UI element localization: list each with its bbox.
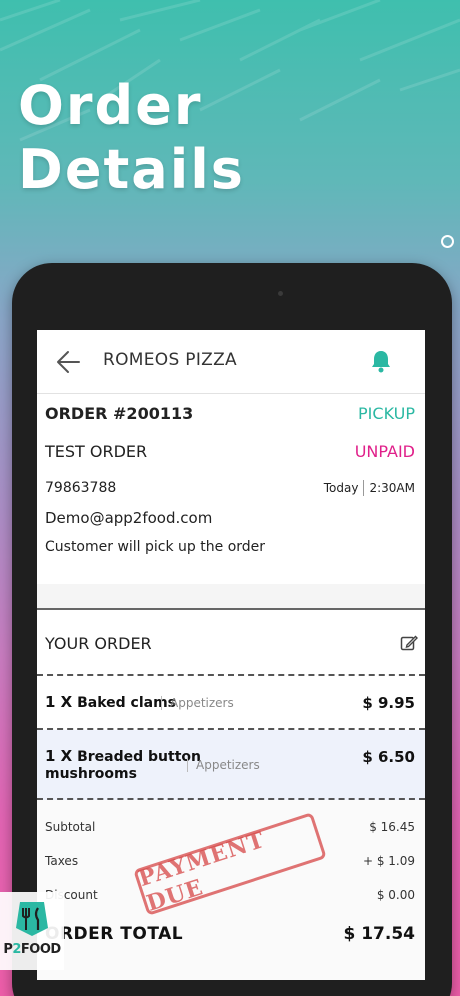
bell-icon[interactable] bbox=[370, 349, 392, 373]
item-name: 1 X Breaded button mushrooms bbox=[45, 748, 201, 783]
subtotal-value: $ 16.45 bbox=[369, 820, 415, 834]
arrow-left-icon[interactable] bbox=[55, 348, 83, 376]
order-note: Customer will pick up the order bbox=[45, 539, 266, 555]
order-clock: 2:30AM bbox=[369, 481, 415, 495]
tablet-camera bbox=[278, 291, 283, 296]
order-total-label: ORDER TOTAL bbox=[45, 924, 184, 944]
order-time: Today 2:30AM bbox=[324, 480, 415, 496]
item-name: 1 X Baked clams bbox=[45, 694, 176, 712]
order-date: Today bbox=[323, 481, 359, 495]
logo-text-two: 2 bbox=[12, 942, 21, 957]
order-item[interactable]: 1 X Baked clams Appetizers $ 9.95 bbox=[37, 676, 425, 730]
taxes-value: + $ 1.09 bbox=[362, 854, 415, 868]
section-divider bbox=[37, 584, 425, 610]
item-qty: 1 X bbox=[45, 693, 73, 711]
discount-value: $ 0.00 bbox=[376, 888, 415, 902]
payment-status-badge: UNPAID bbox=[354, 442, 415, 461]
your-order-header: YOUR ORDER bbox=[37, 610, 425, 676]
logo-text-post: FOOD bbox=[20, 942, 61, 957]
item-category-label: Appetizers bbox=[196, 758, 260, 772]
order-label: TEST ORDER bbox=[45, 442, 148, 461]
customer-email[interactable]: Demo@app2food.com bbox=[45, 509, 212, 527]
divider bbox=[161, 696, 162, 710]
item-price: $ 9.95 bbox=[362, 694, 415, 712]
order-total-value: $ 17.54 bbox=[343, 924, 415, 944]
divider bbox=[187, 758, 188, 772]
subtotal-label: Subtotal bbox=[45, 820, 96, 834]
item-category: Appetizers bbox=[187, 758, 260, 772]
item-price: $ 6.50 bbox=[362, 748, 415, 766]
app2food-logo: P2FOOD bbox=[0, 892, 64, 970]
headline-line1: Order bbox=[18, 74, 203, 137]
order-number: ORDER #200113 bbox=[45, 404, 194, 423]
restaurant-title: ROMEOS PIZZA bbox=[103, 350, 237, 370]
customer-phone[interactable]: 79863788 bbox=[45, 480, 116, 496]
page-headline: Order Details bbox=[18, 74, 245, 202]
logo-text-pre: P bbox=[3, 942, 13, 957]
headline-line2: Details bbox=[18, 138, 245, 201]
order-info: ORDER #200113 PICKUP TEST ORDER UNPAID 7… bbox=[37, 394, 425, 584]
order-item[interactable]: 1 X Breaded button mushrooms Appetizers … bbox=[37, 730, 425, 800]
edit-icon[interactable] bbox=[400, 634, 418, 652]
logo-wordmark: P2FOOD bbox=[3, 942, 61, 957]
item-title-line2: mushrooms bbox=[45, 766, 137, 782]
decorative-ring bbox=[441, 235, 454, 248]
item-qty: 1 X bbox=[45, 747, 73, 765]
app-header: ROMEOS PIZZA bbox=[37, 330, 425, 394]
item-title-line1: Breaded button bbox=[77, 749, 201, 765]
logo-mark-icon bbox=[16, 902, 48, 936]
taxes-label: Taxes bbox=[45, 854, 79, 868]
item-category: Appetizers bbox=[161, 696, 234, 710]
order-type-badge: PICKUP bbox=[358, 404, 415, 423]
item-category-label: Appetizers bbox=[170, 696, 234, 710]
your-order-title: YOUR ORDER bbox=[45, 634, 152, 653]
divider bbox=[363, 480, 365, 496]
